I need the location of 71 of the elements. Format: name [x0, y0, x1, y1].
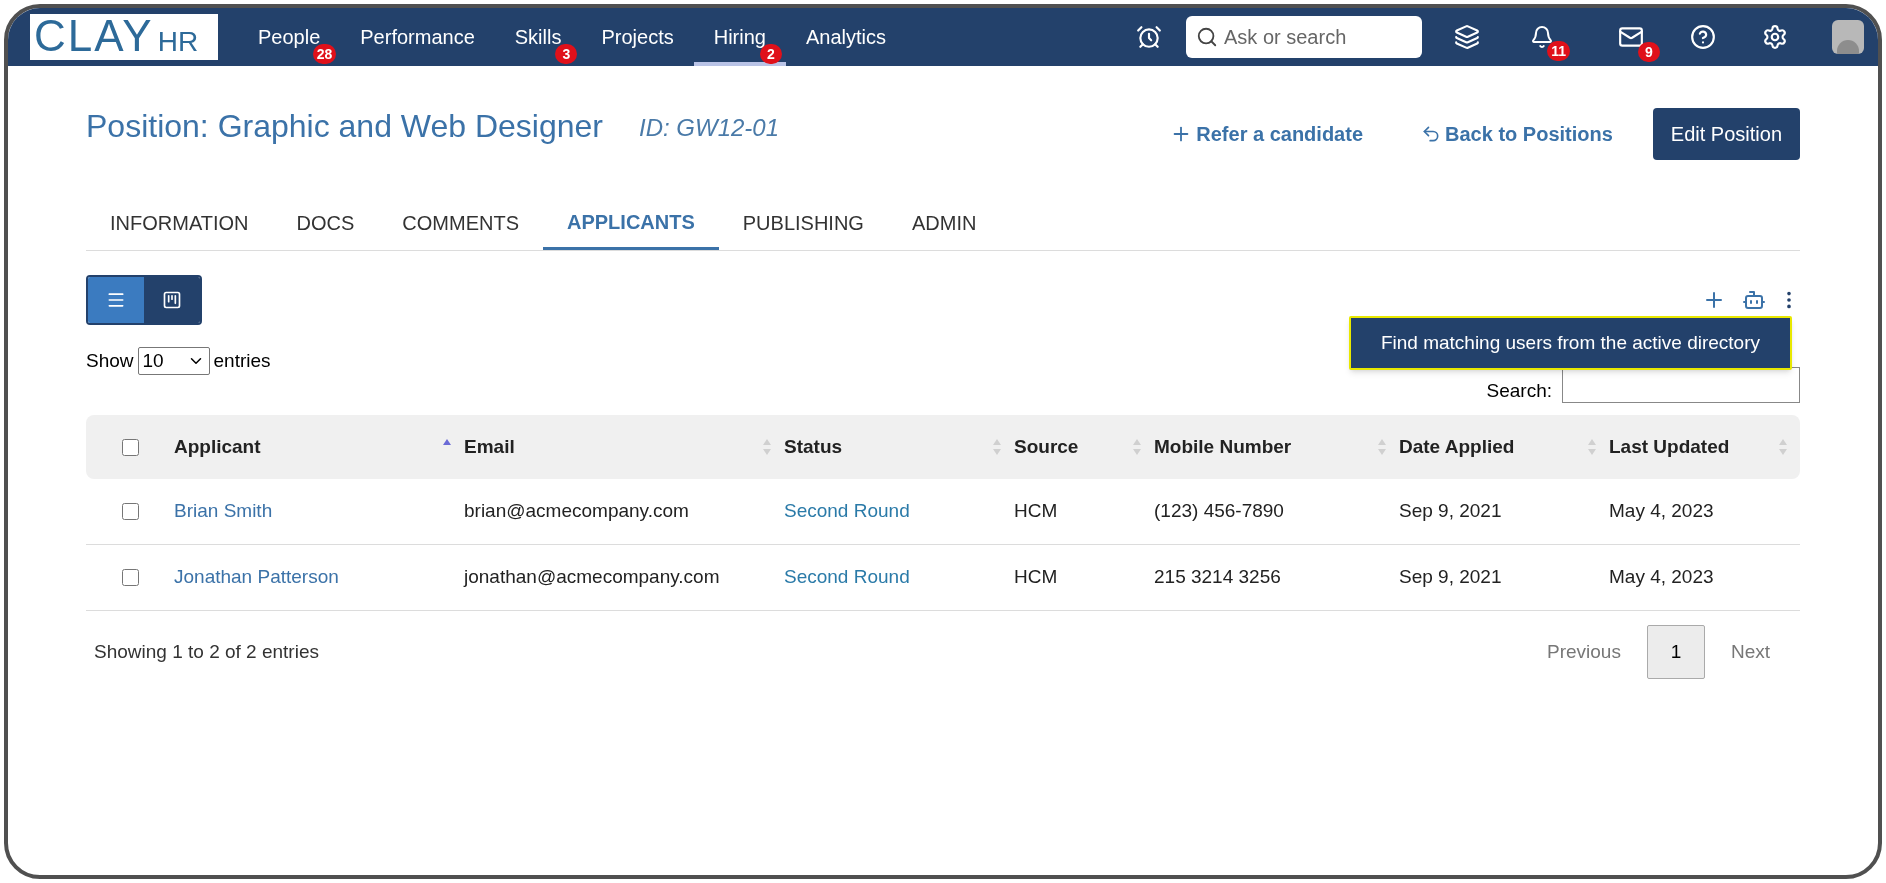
layers-icon[interactable] [1454, 24, 1480, 50]
tab[interactable]: INFORMATION [86, 196, 273, 250]
previous-page-link[interactable]: Previous [1547, 637, 1621, 667]
tab[interactable]: PUBLISHING [718, 196, 888, 250]
entries-select[interactable]: 10 [137, 347, 210, 375]
nav-link[interactable]: Skills 3 [494, 8, 582, 66]
applicant-link[interactable]: Jonathan Patterson [174, 563, 464, 592]
select-all-checkbox[interactable] [121, 438, 139, 456]
board-icon [162, 290, 182, 310]
table-cell-text: HCM [1014, 565, 1059, 590]
bell-icon[interactable] [1530, 25, 1554, 49]
alarm-clock-icon[interactable] [1136, 24, 1162, 50]
tab[interactable]: DOCS [272, 196, 379, 250]
table-cell-text: brian@acmecompany.com [464, 499, 690, 524]
count-badge: 3 [555, 44, 578, 64]
tab[interactable]: APPLICANTS [543, 196, 719, 250]
nav-link[interactable]: Performance [340, 8, 495, 66]
column-header[interactable]: Status [784, 432, 843, 462]
entries-info: Showing 1 to 2 of 2 entries [94, 639, 319, 664]
count-badge: 11 [1547, 41, 1570, 61]
logo-suffix-text: HR [157, 28, 199, 56]
board-view-button[interactable] [144, 277, 200, 323]
search-icon [1196, 26, 1218, 48]
row-checkbox[interactable] [121, 503, 139, 520]
column-header[interactable]: Email [464, 432, 515, 462]
next-page-link[interactable]: Next [1730, 637, 1770, 667]
table-cell-text: jonathan@acmecompany.com [464, 565, 721, 590]
table-cell-text: HCM [1014, 499, 1059, 524]
back-link[interactable]: Back to Positions [1421, 119, 1613, 149]
avatar[interactable] [1832, 20, 1864, 54]
table-cell-text: Sep 9, 2021 [1399, 499, 1503, 524]
count-badge: 28 [312, 44, 337, 64]
refer-candidate-link[interactable]: Refer a candidate [1170, 119, 1363, 149]
list-icon [106, 290, 126, 310]
applicant-link[interactable]: Brian Smith [174, 497, 464, 526]
tab[interactable]: ADMIN [887, 196, 1001, 250]
settings-icon[interactable] [1762, 24, 1788, 50]
logo-main-text: CLAY [34, 14, 154, 58]
tab[interactable]: COMMENTS [378, 196, 543, 250]
entries-label: entries [213, 349, 271, 373]
search-field[interactable]: Ask or search [1186, 16, 1422, 58]
search-input[interactable]: Ask or search [1224, 22, 1404, 52]
return-arrow-icon [1421, 124, 1441, 144]
logo[interactable]: CLAY HR [30, 14, 218, 60]
help-icon[interactable] [1690, 24, 1716, 50]
column-header[interactable]: Last Updated [1609, 432, 1730, 462]
table-cell-text: May 4, 2023 [1609, 499, 1715, 524]
table-cell-text: (123) 456-7890 [1154, 499, 1285, 524]
count-badge: 9 [1638, 42, 1660, 62]
row-checkbox[interactable] [121, 569, 139, 586]
status-link[interactable]: Second Round [784, 563, 1014, 592]
column-header[interactable]: Applicant [174, 432, 261, 462]
table-cell-text: Sep 9, 2021 [1399, 565, 1503, 590]
table-cell-text: May 4, 2023 [1609, 565, 1715, 590]
position-id: ID: GW12-01 [639, 113, 780, 143]
search-label: Search: [1486, 379, 1552, 403]
robot-icon[interactable] [1742, 288, 1766, 312]
tooltip: Find matching users from the active directory [1348, 316, 1792, 370]
show-label: Show [86, 349, 134, 373]
column-header[interactable]: Date Applied [1399, 432, 1515, 462]
column-header[interactable]: Mobile Number [1154, 432, 1292, 462]
page-title: Position: Graphic and Web Designer [86, 107, 603, 146]
status-link[interactable]: Second Round [784, 497, 1014, 526]
nav-link[interactable]: Projects [581, 8, 694, 66]
nav-link[interactable]: Analytics [785, 8, 906, 66]
page-button[interactable]: 1 [1646, 625, 1705, 679]
mail-icon[interactable] [1618, 24, 1644, 50]
edit-position-button[interactable]: Edit Position [1652, 108, 1800, 160]
nav-link[interactable]: People 28 [238, 8, 341, 66]
column-header[interactable]: Source [1014, 432, 1079, 462]
table-cell-text: 215 3214 3256 [1154, 565, 1282, 590]
